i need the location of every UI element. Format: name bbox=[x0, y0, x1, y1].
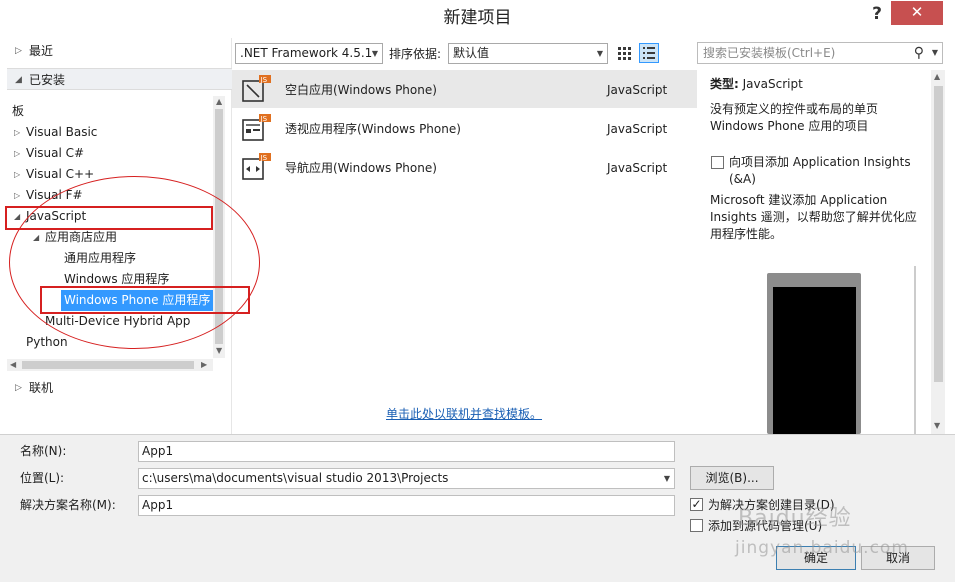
template-name: 空白应用(Windows Phone) bbox=[285, 83, 437, 97]
templates-node[interactable]: 模板 bbox=[12, 101, 26, 122]
tree-item-visual-basic[interactable]: ▷ Visual Basic bbox=[14, 122, 98, 143]
details-vertical-scroll-thumb[interactable] bbox=[934, 86, 943, 382]
scroll-left-icon[interactable]: ◀ bbox=[10, 360, 16, 369]
preview-divider bbox=[914, 266, 916, 434]
tree-item-visual-csharp[interactable]: ▷ Visual C# bbox=[14, 143, 85, 164]
insights-note-line-1: Microsoft 建议添加 Application bbox=[710, 193, 888, 207]
svg-text:JS: JS bbox=[260, 154, 268, 162]
template-language: JavaScript bbox=[607, 122, 668, 136]
location-value: c:\users\ma\documents\visual studio 2013… bbox=[142, 471, 449, 485]
create-directory-checkbox[interactable]: ✓ bbox=[690, 498, 703, 511]
expand-arrow-icon: ▷ bbox=[14, 170, 21, 179]
insights-note-line-2: Insights 遥测，以帮助您了解并优化应 bbox=[710, 210, 917, 224]
scroll-down-icon[interactable]: ▼ bbox=[934, 421, 940, 430]
expand-arrow-icon: ▷ bbox=[14, 149, 21, 158]
phone-preview-screen bbox=[773, 287, 856, 434]
blank-app-icon: JS bbox=[242, 75, 271, 102]
chevron-down-icon: ▼ bbox=[371, 49, 378, 58]
expand-arrow-icon: ▷ bbox=[15, 383, 22, 393]
template-row-blank-app[interactable]: JS 空白应用(Windows Phone) JavaScript bbox=[232, 70, 697, 108]
expand-arrow-icon: ▷ bbox=[14, 128, 21, 137]
chevron-down-icon: ▼ bbox=[663, 474, 670, 483]
type-label: 类型: bbox=[710, 77, 739, 91]
templates-label: 模板 bbox=[12, 104, 25, 118]
svg-text:JS: JS bbox=[260, 76, 268, 84]
chevron-down-icon[interactable]: ▼ bbox=[932, 43, 938, 63]
solution-name-label: 解决方案名称(M): bbox=[20, 498, 116, 512]
template-language: JavaScript bbox=[607, 161, 668, 175]
expand-arrow-icon: ▷ bbox=[14, 191, 21, 200]
tree-item-label: Visual Basic bbox=[26, 125, 98, 139]
pivot-app-icon: JS bbox=[242, 114, 271, 141]
recent-section[interactable]: ▷ 最近 bbox=[7, 40, 232, 62]
insights-note-line-3: 用程序性能。 bbox=[710, 227, 783, 241]
installed-section[interactable]: ◢ 已安装 bbox=[7, 68, 232, 90]
close-button[interactable]: ✕ bbox=[891, 1, 943, 25]
insights-label-line-1: 向项目添加 Application Insights bbox=[729, 155, 911, 169]
template-name: 透视应用程序(Windows Phone) bbox=[285, 122, 461, 136]
template-name: 导航应用(Windows Phone) bbox=[285, 161, 437, 175]
template-list: JS 空白应用(Windows Phone) JavaScript JS 透视应… bbox=[232, 68, 697, 434]
online-section[interactable]: ▷ 联机 bbox=[7, 377, 232, 399]
browse-button[interactable]: 浏览(B)... bbox=[690, 466, 774, 490]
svg-text:JS: JS bbox=[260, 115, 268, 123]
tree-item-label: Python bbox=[26, 335, 68, 349]
project-name-input[interactable]: App1 bbox=[138, 441, 675, 462]
chevron-down-icon: ▼ bbox=[596, 49, 603, 58]
scroll-down-icon[interactable]: ▼ bbox=[216, 346, 222, 355]
online-label: 联机 bbox=[29, 381, 54, 395]
description-line-1: 没有预定义的控件或布局的单页 bbox=[710, 102, 879, 116]
description-line-2: Windows Phone 应用的项目 bbox=[710, 119, 869, 133]
add-to-source-control-checkbox[interactable] bbox=[690, 519, 703, 532]
insights-label-line-2: (&A) bbox=[729, 172, 756, 186]
sort-value: 默认值 bbox=[453, 46, 490, 60]
location-dropdown[interactable]: c:\users\ma\documents\visual studio 2013… bbox=[138, 468, 675, 489]
search-placeholder: 搜索已安装模板(Ctrl+E) bbox=[703, 46, 836, 60]
window-title: 新建项目 bbox=[443, 8, 512, 28]
framework-value: .NET Framework 4.5.1 bbox=[240, 46, 373, 60]
template-row-pivot-app[interactable]: JS 透视应用程序(Windows Phone) JavaScript bbox=[232, 109, 697, 147]
expand-arrow-icon: ▷ bbox=[15, 46, 22, 56]
scroll-up-icon[interactable]: ▲ bbox=[216, 97, 222, 106]
find-templates-online-link[interactable]: 单击此处以联机并查找模板。 bbox=[386, 405, 542, 422]
watermark-logo: Baidu经验 bbox=[738, 506, 852, 531]
scroll-right-icon[interactable]: ▶ bbox=[201, 360, 207, 369]
template-language: JavaScript bbox=[607, 83, 668, 97]
collapse-arrow-icon: ◢ bbox=[15, 75, 22, 85]
scroll-up-icon[interactable]: ▲ bbox=[934, 72, 940, 81]
sort-label: 排序依据: bbox=[389, 47, 442, 61]
tree-item-visual-cpp[interactable]: ▷ Visual C++ bbox=[14, 164, 95, 185]
framework-dropdown[interactable]: .NET Framework 4.5.1 ▼ bbox=[235, 43, 383, 64]
sort-dropdown[interactable]: 默认值 ▼ bbox=[448, 43, 608, 64]
template-search-input[interactable]: 搜索已安装模板(Ctrl+E) ⚲ ▼ bbox=[697, 42, 943, 64]
tree-item-label: Visual C++ bbox=[26, 167, 95, 181]
location-label: 位置(L): bbox=[20, 471, 65, 485]
watermark-url: jingyan.baidu.com bbox=[735, 538, 909, 558]
type-row: 类型: JavaScript bbox=[710, 76, 803, 93]
help-button[interactable]: ? bbox=[866, 4, 888, 24]
template-row-nav-app[interactable]: JS 导航应用(Windows Phone) JavaScript bbox=[232, 148, 697, 186]
nav-app-icon: JS bbox=[242, 153, 271, 180]
tree-item-label: Visual C# bbox=[26, 146, 85, 160]
name-label: 名称(N): bbox=[20, 444, 67, 458]
type-value: JavaScript bbox=[742, 77, 803, 91]
annotation-ellipse bbox=[9, 176, 260, 349]
list-view-icon[interactable] bbox=[639, 43, 659, 63]
tree-item-python[interactable]: Python bbox=[26, 332, 68, 353]
left-horizontal-scroll-thumb[interactable] bbox=[22, 361, 194, 369]
recent-label: 最近 bbox=[29, 44, 54, 58]
grid-view-icon[interactable] bbox=[614, 43, 634, 63]
solution-name-input[interactable]: App1 bbox=[138, 495, 675, 516]
search-icon[interactable]: ⚲ bbox=[914, 43, 924, 63]
installed-label: 已安装 bbox=[29, 73, 66, 87]
application-insights-checkbox[interactable] bbox=[711, 156, 724, 169]
